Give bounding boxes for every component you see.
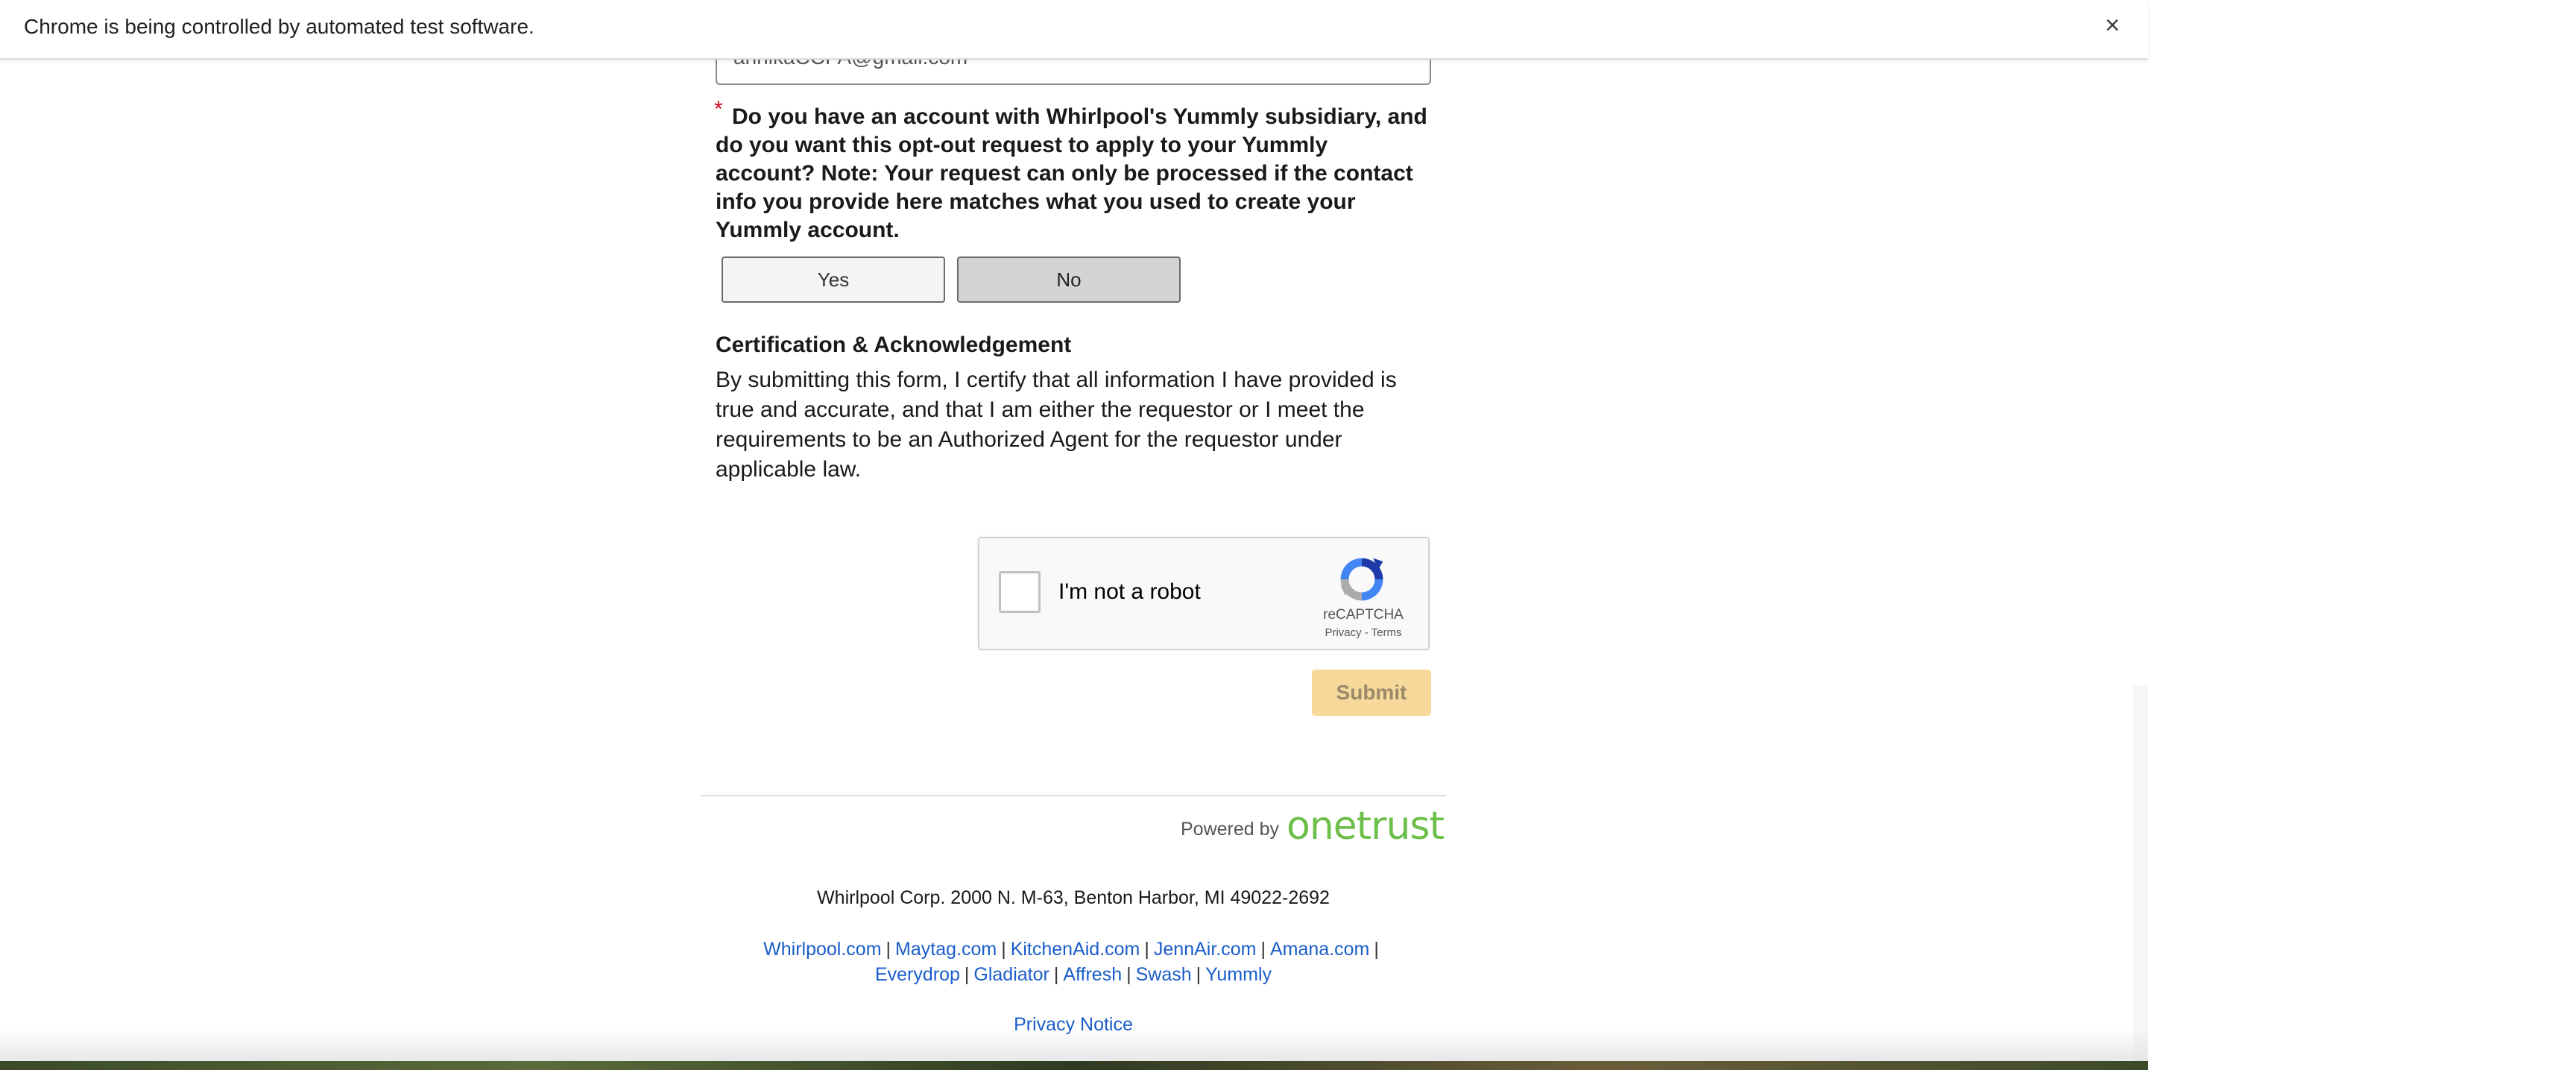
onetrust-logo: onetrust <box>1287 804 1445 849</box>
certification-body: By submitting this form, I certify that … <box>716 368 1397 482</box>
company-address: Whirlpool Corp. 2000 N. M-63, Benton Har… <box>817 887 1330 908</box>
powered-by-label: Powered by <box>1181 819 1280 840</box>
recaptcha-widget: I'm not a robot reCAPTCHA Privacy - Term… <box>978 537 1430 650</box>
link-maytag[interactable]: Maytag.com <box>895 939 997 960</box>
link-separator: | <box>1053 964 1059 985</box>
link-kitchenaid[interactable]: KitchenAid.com <box>1011 939 1140 960</box>
link-whirlpool[interactable]: Whirlpool.com <box>763 939 881 960</box>
link-separator: | <box>1260 939 1266 960</box>
brand-links-row-2: Everydrop | Gladiator | Affresh | Swash | Yummly <box>701 962 1446 987</box>
desktop-wallpaper-strip <box>0 1061 2148 1070</box>
link-separator: | <box>1144 939 1149 960</box>
link-gladiator[interactable]: Gladiator <box>973 964 1049 985</box>
link-everydrop[interactable]: Everydrop <box>875 964 960 985</box>
infobar-message: Chrome is being controlled by automated … <box>24 15 534 38</box>
recaptcha-logo-icon <box>1340 558 1383 601</box>
link-separator: | <box>886 939 891 960</box>
link-jennair[interactable]: JennAir.com <box>1154 939 1257 960</box>
link-separator: | <box>1126 964 1131 985</box>
recaptcha-checkbox[interactable] <box>999 571 1041 613</box>
link-affresh[interactable]: Affresh <box>1063 964 1122 985</box>
brand-links-row-1: Whirlpool.com | Maytag.com | KitchenAid.com |… <box>701 937 1446 962</box>
window-background <box>2148 0 2576 1070</box>
link-separator: | <box>1196 964 1202 985</box>
page-edge <box>2133 686 2148 1070</box>
footer-divider <box>701 795 1446 796</box>
link-swash[interactable]: Swash <box>1136 964 1192 985</box>
link-separator: | <box>1001 939 1006 960</box>
submit-button[interactable]: Submit <box>1312 670 1431 716</box>
close-icon[interactable]: × <box>2097 10 2127 40</box>
yummly-question: Do you have an account with Whirlpool's … <box>716 103 1431 245</box>
link-separator: | <box>964 964 970 985</box>
brand-links: Whirlpool.com | Maytag.com | KitchenAid.com |… <box>701 937 1446 987</box>
link-yummly[interactable]: Yummly <box>1205 964 1272 985</box>
link-amana[interactable]: Amana.com <box>1270 939 1369 960</box>
certification-title: Certification & Acknowledgement <box>716 333 1072 357</box>
no-button[interactable]: No <box>957 257 1181 303</box>
yes-button[interactable]: Yes <box>722 257 945 303</box>
recaptcha-privacy-terms[interactable]: Privacy - Terms <box>1307 626 1419 639</box>
yummly-question-text: Do you have an account with Whirlpool's … <box>716 104 1427 242</box>
recaptcha-brand: reCAPTCHA <box>1323 607 1404 623</box>
automation-infobar: Chrome is being controlled by automated … <box>0 0 2148 60</box>
window-bottom-shadow <box>0 1029 2148 1062</box>
recaptcha-label: I'm not a robot <box>1058 579 1201 604</box>
link-separator: | <box>1374 939 1379 960</box>
